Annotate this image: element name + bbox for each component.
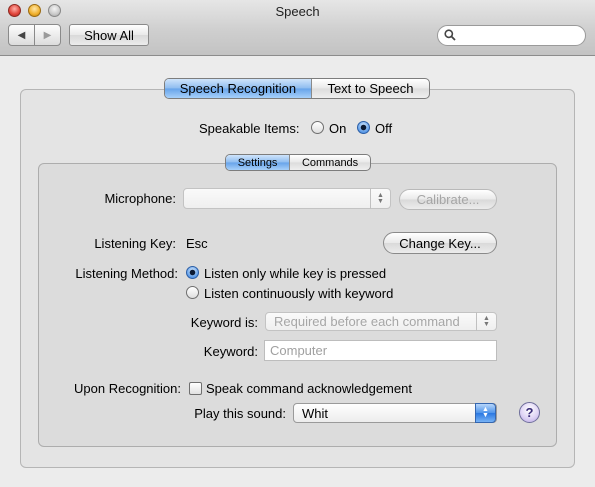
window-title: Speech <box>275 4 320 19</box>
microphone-label: Microphone: <box>104 191 176 206</box>
main-tab-bar: Speech Recognition Text to Speech <box>164 78 430 99</box>
keyword-field[interactable]: Computer <box>264 340 497 361</box>
back-button[interactable]: ◀ <box>9 25 34 45</box>
speakable-off-radio[interactable] <box>357 121 370 134</box>
popup-arrows-icon: ▲ ▼ <box>475 403 496 423</box>
listening-key-value: Esc <box>186 236 208 251</box>
speakable-on-radio[interactable] <box>311 121 324 134</box>
title-toolbar: Speech ◀ ▶ Show All <box>0 0 595 56</box>
forward-button[interactable]: ▶ <box>34 25 60 45</box>
preferences-window: Speech ◀ ▶ Show All Speech Recognition T… <box>0 0 595 487</box>
popup-arrows-icon: ▲ ▼ <box>476 312 496 331</box>
back-forward-control: ◀ ▶ <box>8 24 61 46</box>
forward-arrow-icon: ▶ <box>43 29 52 41</box>
play-sound-label: Play this sound: <box>194 406 286 421</box>
speak-acknowledgement-checkbox[interactable] <box>189 382 202 395</box>
tab-settings[interactable]: Settings <box>226 155 290 170</box>
show-all-button[interactable]: Show All <box>69 24 149 46</box>
listening-method-label: Listening Method: <box>75 266 178 281</box>
tab-speech-recognition[interactable]: Speech Recognition <box>165 79 311 98</box>
popup-arrows-icon: ▲ ▼ <box>370 188 390 209</box>
keyword-is-value: Required before each command <box>274 314 460 329</box>
change-key-button[interactable]: Change Key... <box>383 232 497 254</box>
sub-tab-bar: Settings Commands <box>225 154 371 171</box>
keyword-is-label: Keyword is: <box>190 315 258 330</box>
listen-continuously-label: Listen continuously with keyword <box>204 286 394 301</box>
play-sound-popup[interactable]: Whit ▲ ▼ <box>293 403 497 423</box>
tab-text-to-speech[interactable]: Text to Speech <box>310 79 429 98</box>
search-icon <box>444 29 456 41</box>
speakable-on-label: On <box>329 121 347 136</box>
listening-key-label: Listening Key: <box>94 236 176 251</box>
listen-while-pressed-label: Listen only while key is pressed <box>204 266 387 281</box>
microphone-popup[interactable]: ▲ ▼ <box>183 188 391 209</box>
help-button[interactable]: ? <box>519 402 540 423</box>
search-input[interactable] <box>437 25 586 46</box>
speakable-off-label: Off <box>375 121 393 136</box>
calibrate-button[interactable]: Calibrate... <box>399 189 497 210</box>
upon-recognition-label: Upon Recognition: <box>74 381 181 396</box>
listen-while-pressed-radio[interactable] <box>186 266 199 279</box>
speak-acknowledgement-label: Speak command acknowledgement <box>206 381 412 396</box>
listen-continuously-radio[interactable] <box>186 286 199 299</box>
back-arrow-icon: ◀ <box>17 29 26 41</box>
keyword-label: Keyword: <box>203 344 258 359</box>
speakable-items-label: Speakable Items: <box>199 121 300 136</box>
play-sound-value: Whit <box>302 405 328 421</box>
tab-commands[interactable]: Commands <box>289 155 370 170</box>
keyword-is-popup[interactable]: Required before each command ▲ ▼ <box>265 312 497 331</box>
